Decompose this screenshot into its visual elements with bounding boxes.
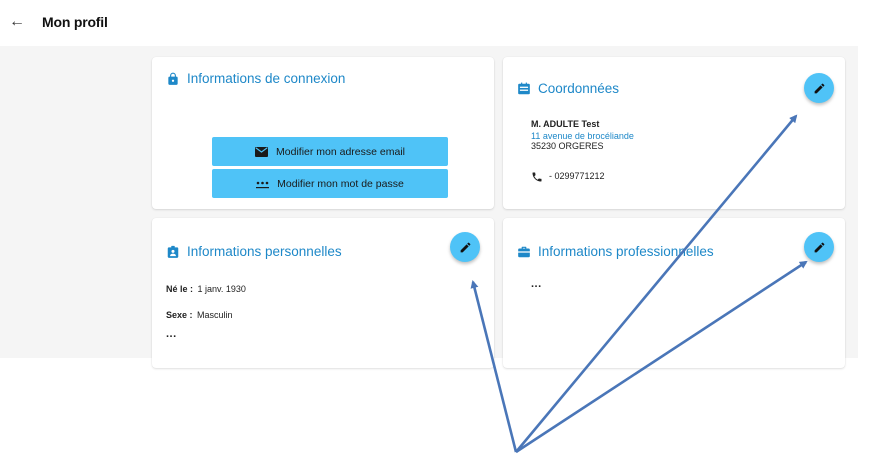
lock-icon <box>166 72 180 86</box>
top-bar: ← Mon profil <box>0 0 858 46</box>
personnelles-card-title: Informations personnelles <box>166 244 342 259</box>
birth-label: Né le : <box>166 284 194 294</box>
more-personnelles: ... <box>166 328 177 340</box>
change-password-button[interactable]: Modifier mon mot de passe <box>212 169 448 198</box>
sex-label: Sexe : <box>166 310 193 320</box>
birth-value: 1 janv. 1930 <box>197 284 246 294</box>
coordonnees-card-title: Coordonnées <box>517 81 619 96</box>
professionnelles-card-title: Informations professionnelles <box>517 244 714 259</box>
more-professionnelles: ... <box>531 278 542 290</box>
edit-personnelles-button[interactable] <box>450 232 480 262</box>
phone-icon <box>531 170 543 182</box>
phone-row: - 0299771212 <box>531 170 605 182</box>
coordonnees-card: Coordonnées M. ADULTE Test 11 avenue de … <box>503 57 845 209</box>
coordonnees-title-text: Coordonnées <box>538 81 620 96</box>
contact-card-icon <box>517 82 531 96</box>
connexion-title-text: Informations de connexion <box>187 71 346 86</box>
connexion-card: Informations de connexion Modifier mon a… <box>152 57 494 209</box>
pencil-icon <box>813 82 826 95</box>
briefcase-icon <box>517 245 531 259</box>
personnelles-card: Informations personnelles Né le : 1 janv… <box>152 218 494 368</box>
phone-number: - 0299771212 <box>549 170 605 181</box>
page-title: Mon profil <box>42 14 108 30</box>
professionnelles-card: Informations professionnelles ... <box>503 218 845 368</box>
edit-professionnelles-button[interactable] <box>804 232 834 262</box>
id-badge-icon <box>166 245 180 259</box>
connexion-card-title: Informations de connexion <box>166 71 345 86</box>
pencil-icon <box>459 241 472 254</box>
app-area: ← Mon profil Informations de connexion M… <box>0 0 858 368</box>
contact-name: M. ADULTE Test <box>531 119 600 129</box>
password-dots-icon <box>256 179 270 189</box>
change-email-label: Modifier mon adresse email <box>276 145 405 158</box>
sex-value: Masculin <box>196 310 233 320</box>
personnelles-title-text: Informations personnelles <box>187 244 342 259</box>
change-email-button[interactable]: Modifier mon adresse email <box>212 137 448 166</box>
birth-row: Né le : 1 janv. 1930 <box>166 279 246 297</box>
pencil-icon <box>813 241 826 254</box>
arrow-left-icon[interactable]: ← <box>8 13 26 31</box>
change-password-label: Modifier mon mot de passe <box>277 177 404 190</box>
edit-coordonnees-button[interactable] <box>804 73 834 103</box>
sex-row: Sexe : Masculin <box>166 305 233 323</box>
envelope-icon <box>255 146 269 157</box>
professionnelles-title-text: Informations professionnelles <box>538 244 714 259</box>
address-line-2: 35230 ORGERES <box>531 141 604 151</box>
